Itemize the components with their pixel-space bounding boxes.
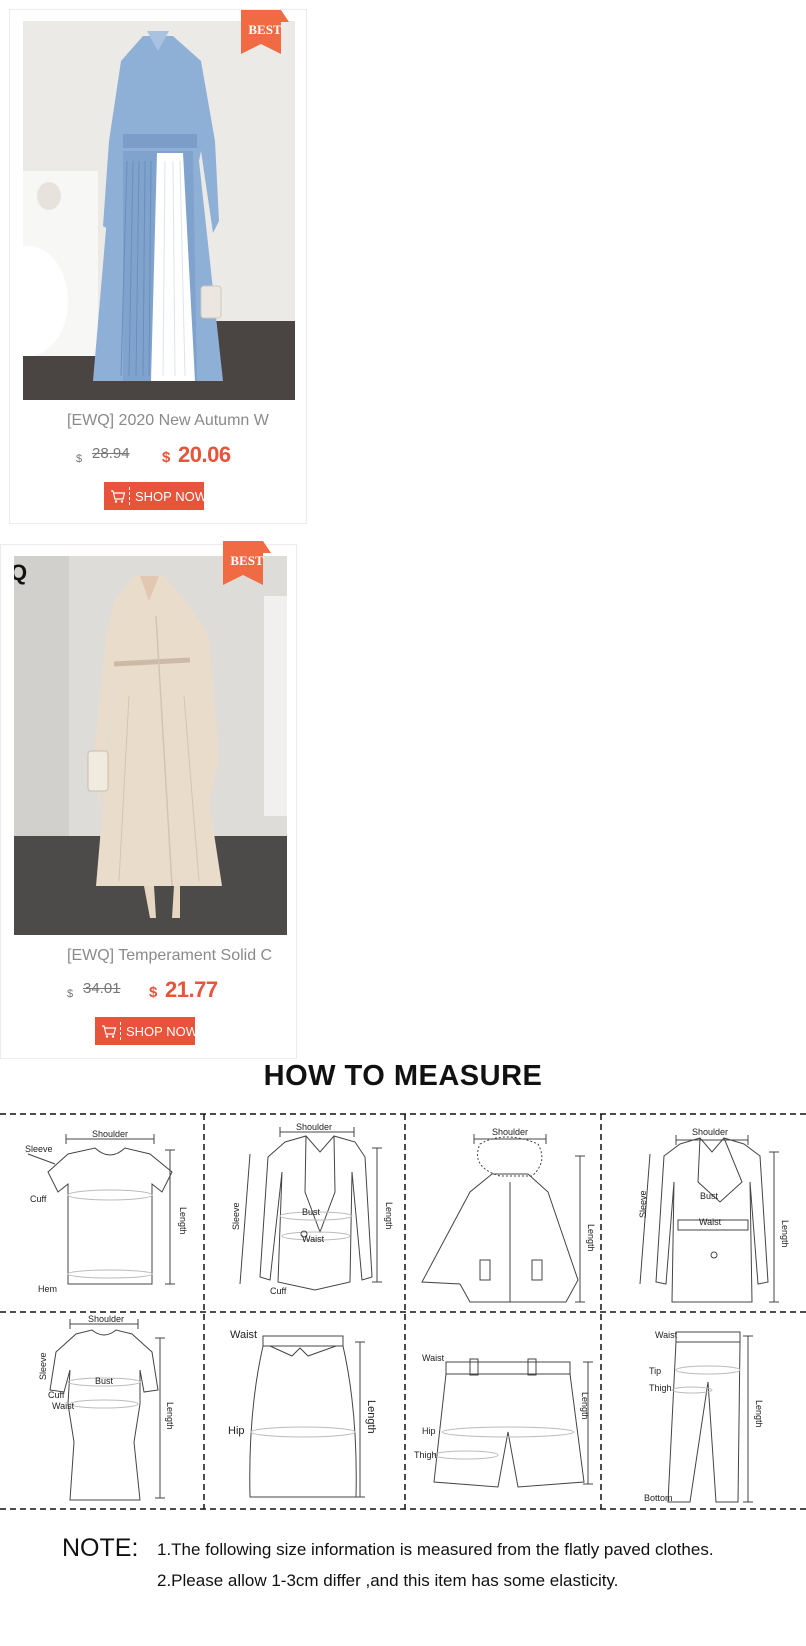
label-cuff: Cuff [48,1390,65,1400]
skirt-diagram [249,1335,365,1498]
label-waist: Waist [230,1329,257,1341]
label-shoulder: Shoulder [692,1127,728,1137]
label-tip: Tip [649,1366,661,1376]
label-length: Length [178,1207,188,1235]
label-length: Length [586,1224,596,1252]
label-length: Length [384,1202,394,1230]
new-currency: $ [162,449,171,466]
measure-title: HOW TO MEASURE [263,1060,543,1092]
note-line-1: 1.The following size information is meas… [157,1540,714,1559]
label-sleeve: Sleeve [25,1144,53,1154]
button-divider [129,487,130,505]
product-title[interactable]: [EWQ] Temperament Solid C [67,947,287,965]
label-shoulder: Shoulder [296,1122,332,1132]
shop-now-button[interactable]: SHOP NOW [104,482,207,510]
label-bust: Bust [95,1376,114,1386]
label-length: Length [580,1392,590,1420]
dress-image [23,21,295,400]
label-bust: Bust [700,1191,719,1201]
cart-icon [102,1025,117,1038]
button-divider [120,1022,121,1040]
measurement-diagram: Shoulder Sleeve Cuff Hem Length Shoulder… [0,1113,806,1510]
label-cuff: Cuff [30,1194,47,1204]
new-currency: $ [149,984,158,1001]
cart-icon [111,490,126,503]
label-hip: Hip [422,1426,436,1436]
coat-dress-image [14,556,287,935]
product-photo[interactable]: Q [14,556,287,935]
label-bust: Bust [302,1207,321,1217]
label-bottom: Bottom [644,1493,673,1503]
badge-text: BEST [248,22,282,37]
note-heading: NOTE: [62,1534,139,1562]
old-price: 34.01 [83,980,121,997]
trousers-diagram [667,1331,753,1503]
label-waist: Waist [422,1353,445,1363]
label-length: Length [754,1400,764,1428]
best-badge: BEST [223,541,271,585]
best-badge: BEST [241,10,289,54]
old-currency: $ [67,988,74,1000]
label-shoulder: Shoulder [492,1127,528,1137]
label-waist: Waist [699,1217,722,1227]
label-length: Length [365,1400,377,1434]
label-sleeve: Sleeve [38,1352,48,1380]
product-card-1[interactable]: BEST [EWQ] 2020 New Autumn W $ 28.94 $ 2… [9,9,307,524]
old-currency: $ [76,453,83,465]
sale-price: 21.77 [165,977,218,1002]
shop-now-button[interactable]: SHOP NOW [95,1017,198,1045]
product-card-2[interactable]: Q BEST [EWQ] Temperament Solid C $ 34.01… [0,541,297,1059]
label-waist: Waist [52,1401,75,1411]
product-title[interactable]: [EWQ] 2020 New Autumn W [67,412,297,430]
label-thigh: Thigh [649,1383,672,1393]
old-price: 28.94 [92,445,130,462]
product-photo[interactable] [23,21,295,400]
label-shoulder: Shoulder [88,1314,124,1324]
label-length: Length [165,1402,175,1430]
shop-now-label: SHOP NOW [126,1024,198,1039]
label-hem: Hem [38,1284,57,1294]
tshirt-diagram [27,1134,175,1285]
badge-text: BEST [230,553,264,568]
label-thigh: Thigh [414,1450,437,1460]
label-cuff: Cuff [270,1286,287,1296]
label-waist: Waist [655,1330,678,1340]
note-line-2: 2.Please allow 1-3cm differ ,and this it… [157,1571,619,1590]
label-waist: Waist [302,1234,325,1244]
label-hip: Hip [228,1425,245,1437]
cape-diagram [421,1134,585,1303]
label-length: Length [780,1220,790,1248]
sale-price: 20.06 [178,442,231,467]
label-shoulder: Shoulder [92,1129,128,1139]
label-sleeve: Sleeve [231,1202,241,1230]
shorts-diagram [433,1358,593,1488]
shop-now-label: SHOP NOW [135,489,207,504]
label-sleeve: Sleeve [638,1190,648,1218]
brand-mark: Q [14,560,28,585]
